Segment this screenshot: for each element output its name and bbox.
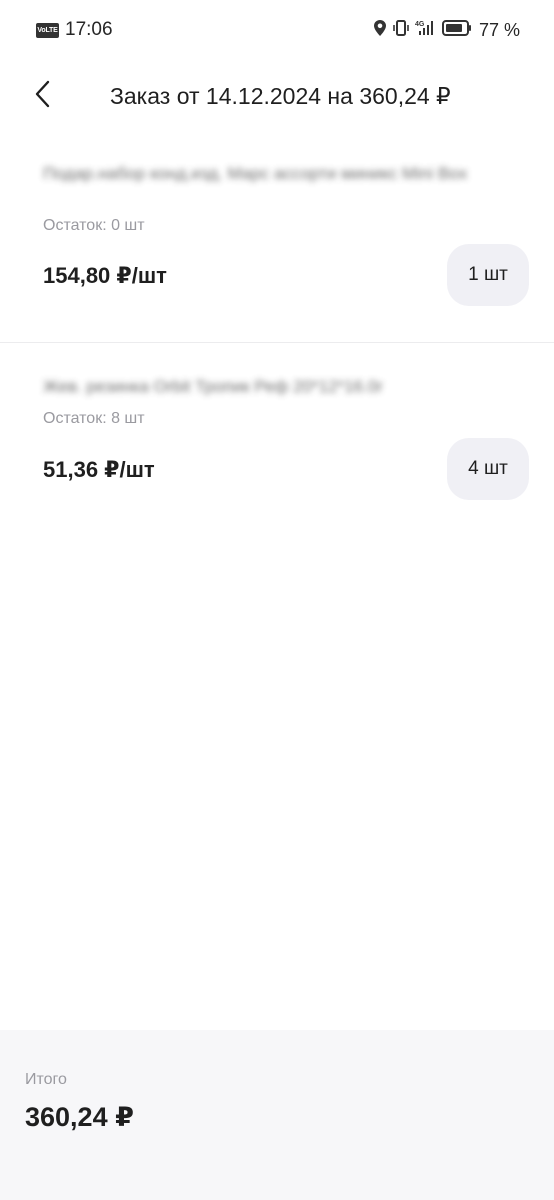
signal-4g-icon: 4G — [415, 19, 437, 42]
volte-badge: VoLTE — [36, 22, 59, 38]
total-label: Итого — [25, 1071, 67, 1088]
status-time: 17:06 — [65, 19, 113, 40]
svg-text:4G: 4G — [415, 21, 425, 28]
battery-percent: 77 % — [478, 20, 520, 40]
order-item[interactable]: Подар.набор конд.изд. Марс ассорти миник… — [0, 150, 554, 342]
item-stock: Остаток: 0 шт — [43, 217, 145, 234]
status-bar-right: 4G 77 % — [368, 19, 520, 42]
chevron-left-icon — [35, 80, 50, 108]
item-name: Жев. резинка Orbit Тропик Реф 20*12*16.0… — [43, 377, 384, 396]
item-price: 154,80 ₽/шт — [43, 263, 167, 288]
vibrate-icon — [392, 19, 410, 42]
location-icon — [373, 19, 387, 42]
quantity-button[interactable]: 4 шт — [447, 438, 529, 500]
item-name: Подар.набор конд.изд. Марс ассорти миник… — [43, 164, 468, 183]
page-title: Заказ от 14.12.2024 на 360,24 ₽ — [110, 83, 451, 109]
header: Заказ от 14.12.2024 на 360,24 ₽ — [0, 62, 554, 132]
status-bar-left: VoLTE 17:06 — [36, 19, 113, 41]
order-item[interactable]: Жев. резинка Orbit Тропик Реф 20*12*16.0… — [0, 344, 554, 524]
status-bar: VoLTE 17:06 4G 77 % — [0, 0, 554, 62]
item-stock: Остаток: 8 шт — [43, 410, 145, 427]
item-price: 51,36 ₽/шт — [43, 457, 155, 482]
back-button[interactable] — [26, 74, 60, 114]
quantity-button[interactable]: 1 шт — [447, 244, 529, 306]
total-value: 360,24 ₽ — [25, 1102, 134, 1132]
order-details-screen: VoLTE 17:06 4G 77 % Заказ от 14.12.2024 … — [0, 0, 554, 1200]
order-total-panel: Итого 360,24 ₽ — [0, 1030, 554, 1200]
battery-icon — [441, 19, 472, 42]
item-divider — [0, 342, 554, 343]
